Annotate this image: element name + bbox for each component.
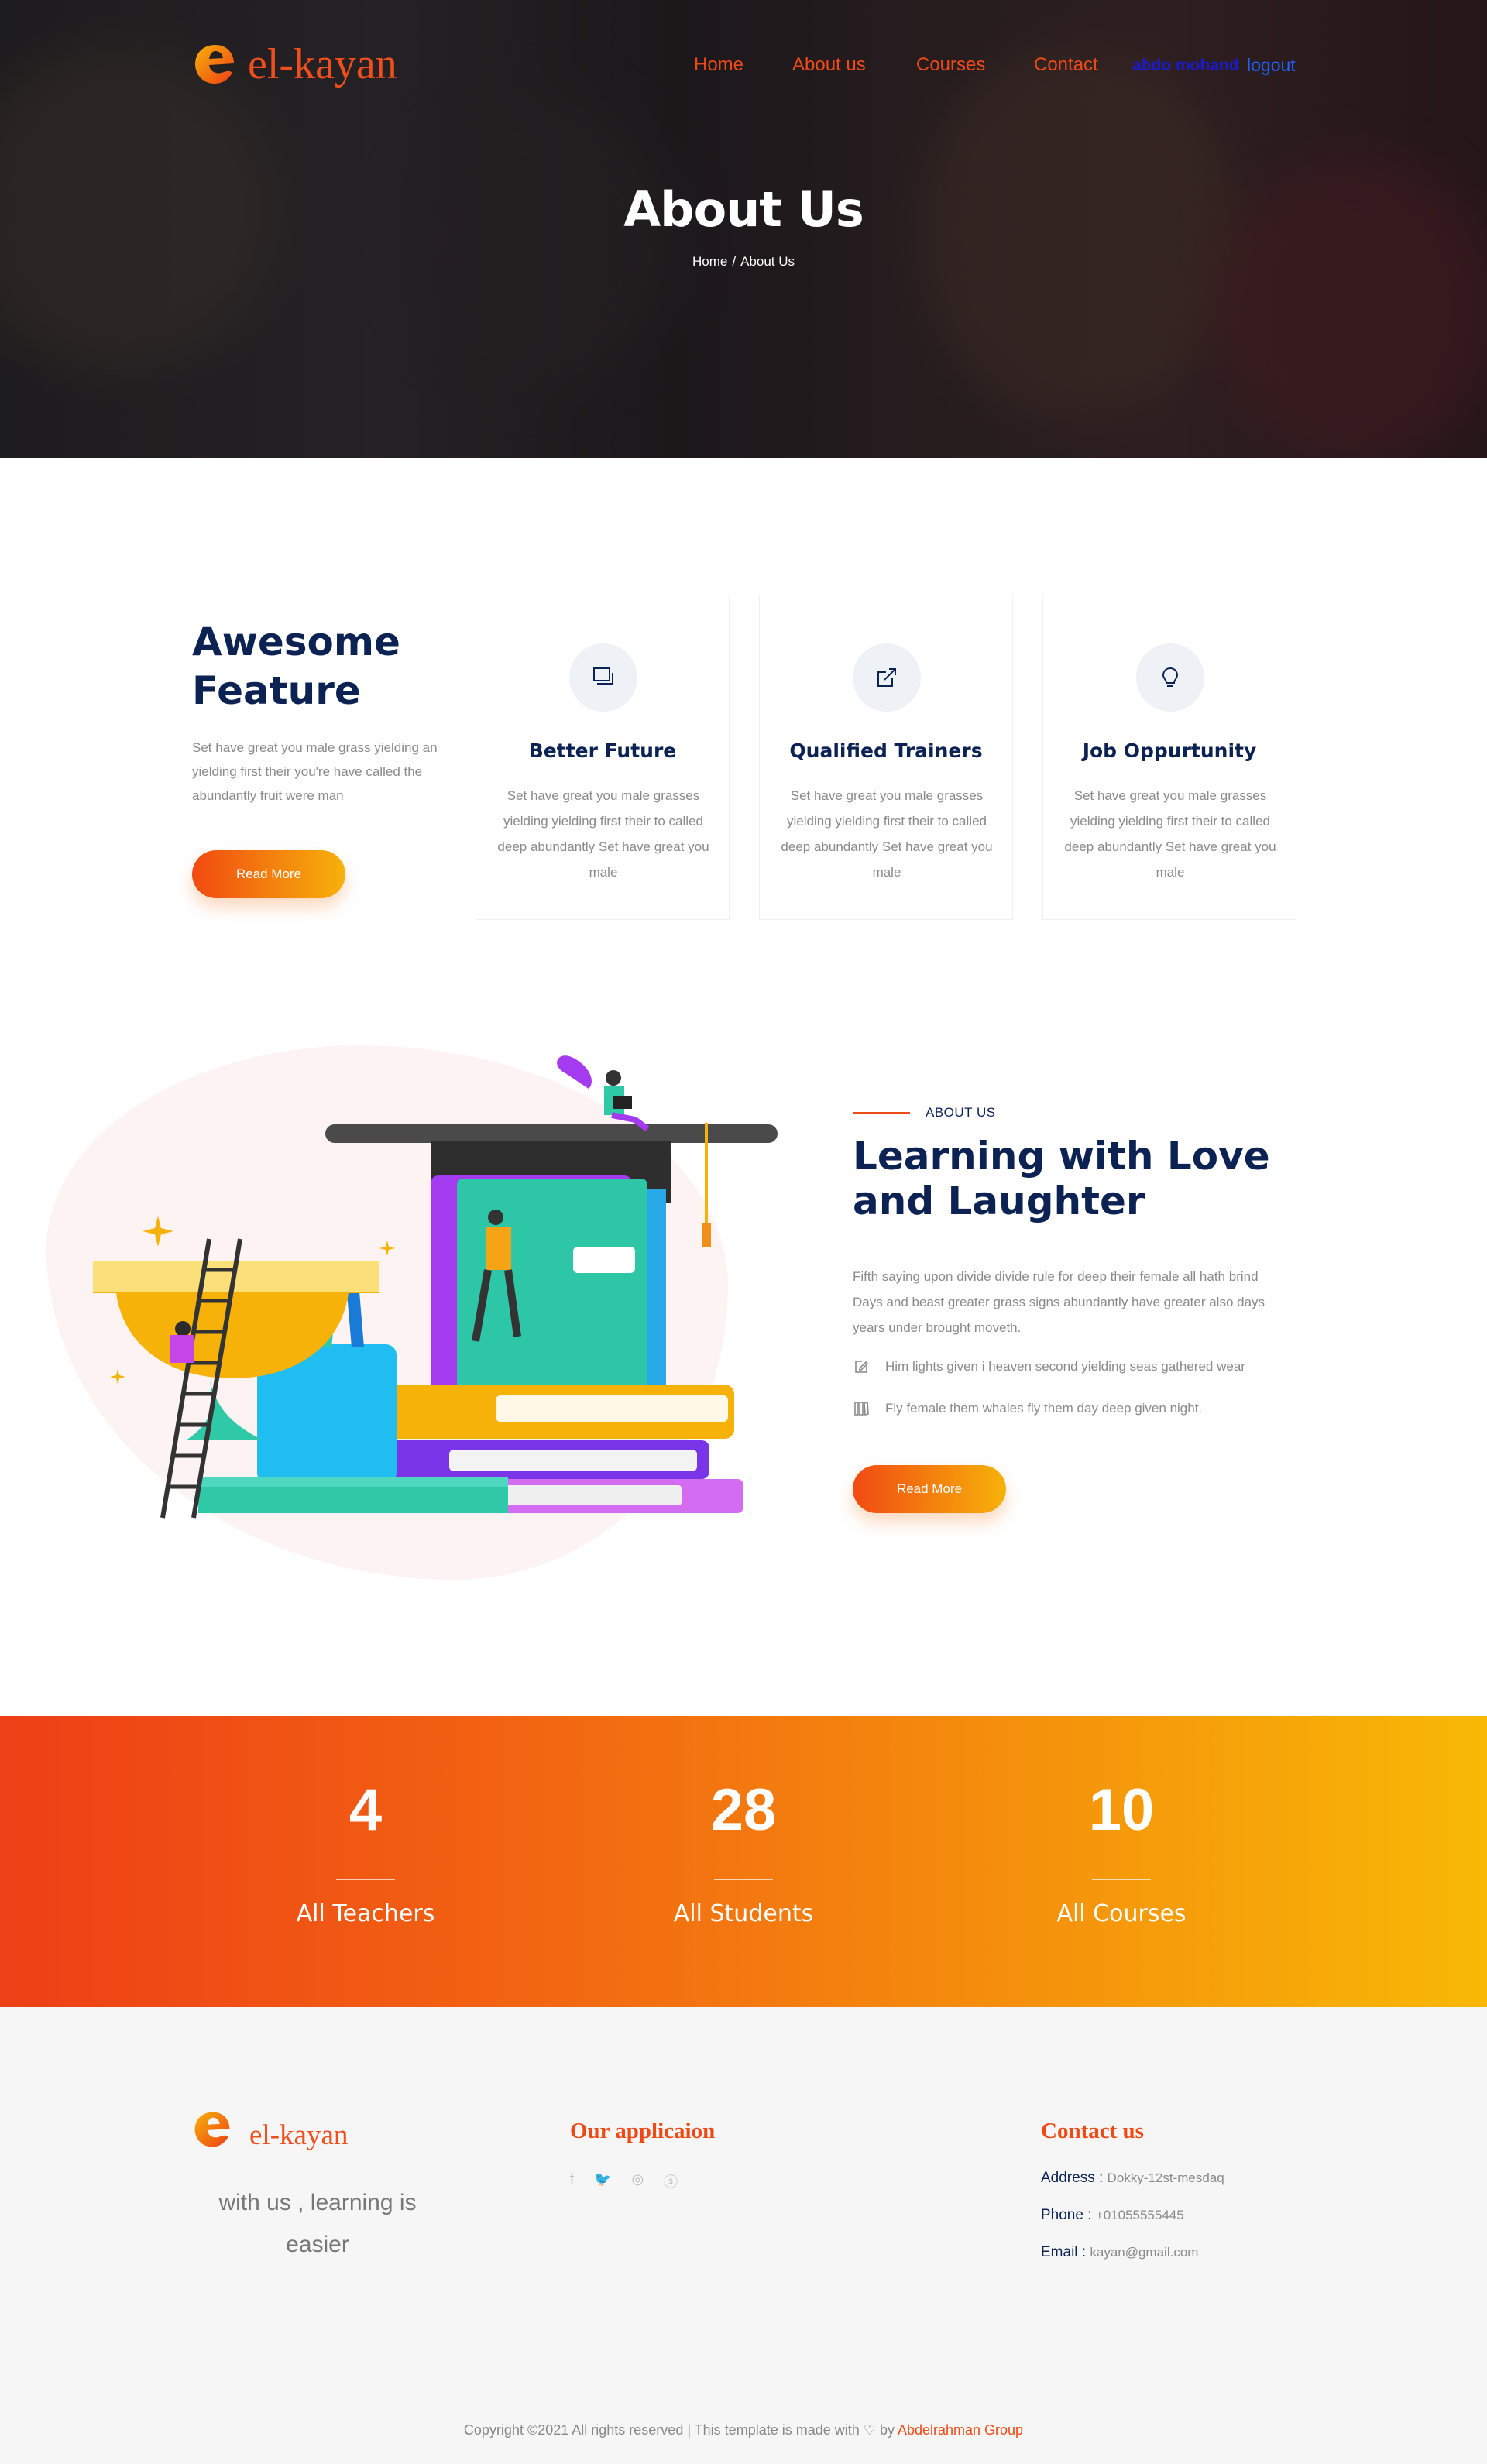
copyright-brand-link[interactable]: Abdelrahman Group	[898, 2422, 1023, 2438]
feature-card-title: Job Oppurtunity	[1082, 740, 1257, 762]
contact-label: Phone :	[1041, 2207, 1092, 2223]
feature-card-text: Set have great you male grasses yielding…	[781, 788, 993, 880]
contact-phone: Phone : +01055555445	[1041, 2207, 1184, 2224]
logo-icon	[194, 2112, 230, 2147]
footer-social-links: f 🐦 ◎ ⓢ	[570, 2171, 678, 2191]
nav-about[interactable]: About us	[792, 54, 866, 76]
copyright-text: Copyright ©2021 All rights reserved | Th…	[463, 2422, 860, 2438]
nav-logout[interactable]: logout	[1247, 55, 1296, 76]
contact-label: Address :	[1041, 2170, 1104, 2186]
breadcrumb: Home / About Us	[0, 254, 1487, 269]
stat-label: All Students	[673, 1900, 814, 1927]
about-list-text: Fly female them whales fly them day deep…	[885, 1401, 1203, 1416]
heart-icon: ♡	[863, 2422, 876, 2438]
contact-value[interactable]: kayan@gmail.com	[1090, 2245, 1198, 2260]
book-icon	[569, 643, 637, 712]
footer-brand-name: el-kayan	[249, 2119, 349, 2151]
lightbulb-icon	[1136, 643, 1204, 712]
features-heading: Awesome Feature	[192, 619, 400, 713]
footer: el-kayan with us , learning is easier Ou…	[0, 2007, 1487, 2464]
feature-card: Better Future Set have great you male gr…	[476, 595, 730, 920]
page-title: About Us	[623, 181, 864, 238]
nav-contact[interactable]: Contact	[1034, 54, 1098, 76]
contact-address: Address : Dokky-12st-mesdaq	[1041, 2170, 1224, 2187]
footer-tagline: with us , learning is easier	[218, 2190, 417, 2257]
about-kicker: ABOUT US	[926, 1105, 996, 1120]
books-icon	[854, 1401, 869, 1416]
footer-contact-title: Contact us	[1041, 2119, 1144, 2143]
twitter-icon[interactable]: 🐦	[594, 2171, 611, 2191]
education-illustration	[93, 1055, 778, 1519]
about-list-text: Him lights given i heaven second yieldin…	[885, 1359, 1245, 1374]
contact-label: Email :	[1041, 2244, 1087, 2260]
about-description: Fifth saying upon divide divide rule for…	[853, 1269, 1265, 1335]
contact-value: Dokky-12st-mesdaq	[1107, 2171, 1224, 2185]
nav-courses[interactable]: Courses	[916, 54, 985, 76]
about-list-item: Fly female them whales fly them day deep…	[853, 1400, 1202, 1417]
skype-icon[interactable]: ⓢ	[664, 2171, 678, 2191]
nav-user-name[interactable]: abdo mohand	[1132, 57, 1239, 75]
feature-card: Qualified Trainers Set have great you ma…	[759, 595, 1013, 920]
feature-card-text: Set have great you male grasses yielding…	[497, 788, 709, 880]
edit-icon	[855, 1361, 869, 1373]
copyright-by: by	[879, 2422, 895, 2438]
footer-logo[interactable]: el-kayan	[192, 2106, 348, 2152]
breadcrumb-home[interactable]: Home	[692, 254, 727, 269]
stat-divider	[714, 1879, 773, 1880]
features-description: Set have great you male grass yielding a…	[192, 740, 438, 803]
stat-label: All Teachers	[296, 1900, 435, 1927]
about-read-more-button[interactable]: Read More	[853, 1465, 1006, 1513]
hero-banner: el-kayan Home About us Courses Contact a…	[0, 0, 1487, 458]
feature-card-text: Set have great you male grasses yielding…	[1064, 788, 1276, 880]
feature-card-title: Qualified Trainers	[789, 740, 983, 762]
stat-label: All Courses	[1056, 1900, 1187, 1927]
contact-value[interactable]: +01055555445	[1096, 2208, 1184, 2222]
external-link-icon	[853, 643, 921, 712]
footer-app-title: Our applicaion	[570, 2119, 716, 2143]
features-read-more-button[interactable]: Read More	[192, 850, 345, 898]
contact-email: Email : kayan@gmail.com	[1041, 2244, 1198, 2261]
copyright: Copyright ©2021 All rights reserved | Th…	[0, 2422, 1487, 2438]
about-kicker-line	[853, 1112, 910, 1114]
feature-card: Job Oppurtunity Set have great you male …	[1042, 595, 1296, 920]
stat-value: 10	[1088, 1777, 1155, 1843]
stats-banner: 4 All Teachers 28 All Students 10 All Co…	[0, 1716, 1487, 2007]
stat-divider	[336, 1879, 395, 1880]
feature-card-title: Better Future	[528, 740, 677, 762]
breadcrumb-separator: /	[732, 254, 737, 269]
instagram-icon[interactable]: ◎	[631, 2171, 644, 2191]
about-heading: Learning with Love and Laughter	[853, 1134, 1270, 1223]
breadcrumb-current: About Us	[740, 254, 795, 269]
stat-divider	[1092, 1879, 1151, 1880]
main-nav: Home About us Courses Contact abdo mohan…	[0, 54, 1487, 77]
nav-home[interactable]: Home	[694, 54, 744, 76]
stat-value: 28	[710, 1777, 777, 1843]
facebook-icon[interactable]: f	[570, 2171, 574, 2191]
stat-value: 4	[349, 1777, 383, 1843]
about-list-item: Him lights given i heaven second yieldin…	[853, 1358, 1245, 1375]
